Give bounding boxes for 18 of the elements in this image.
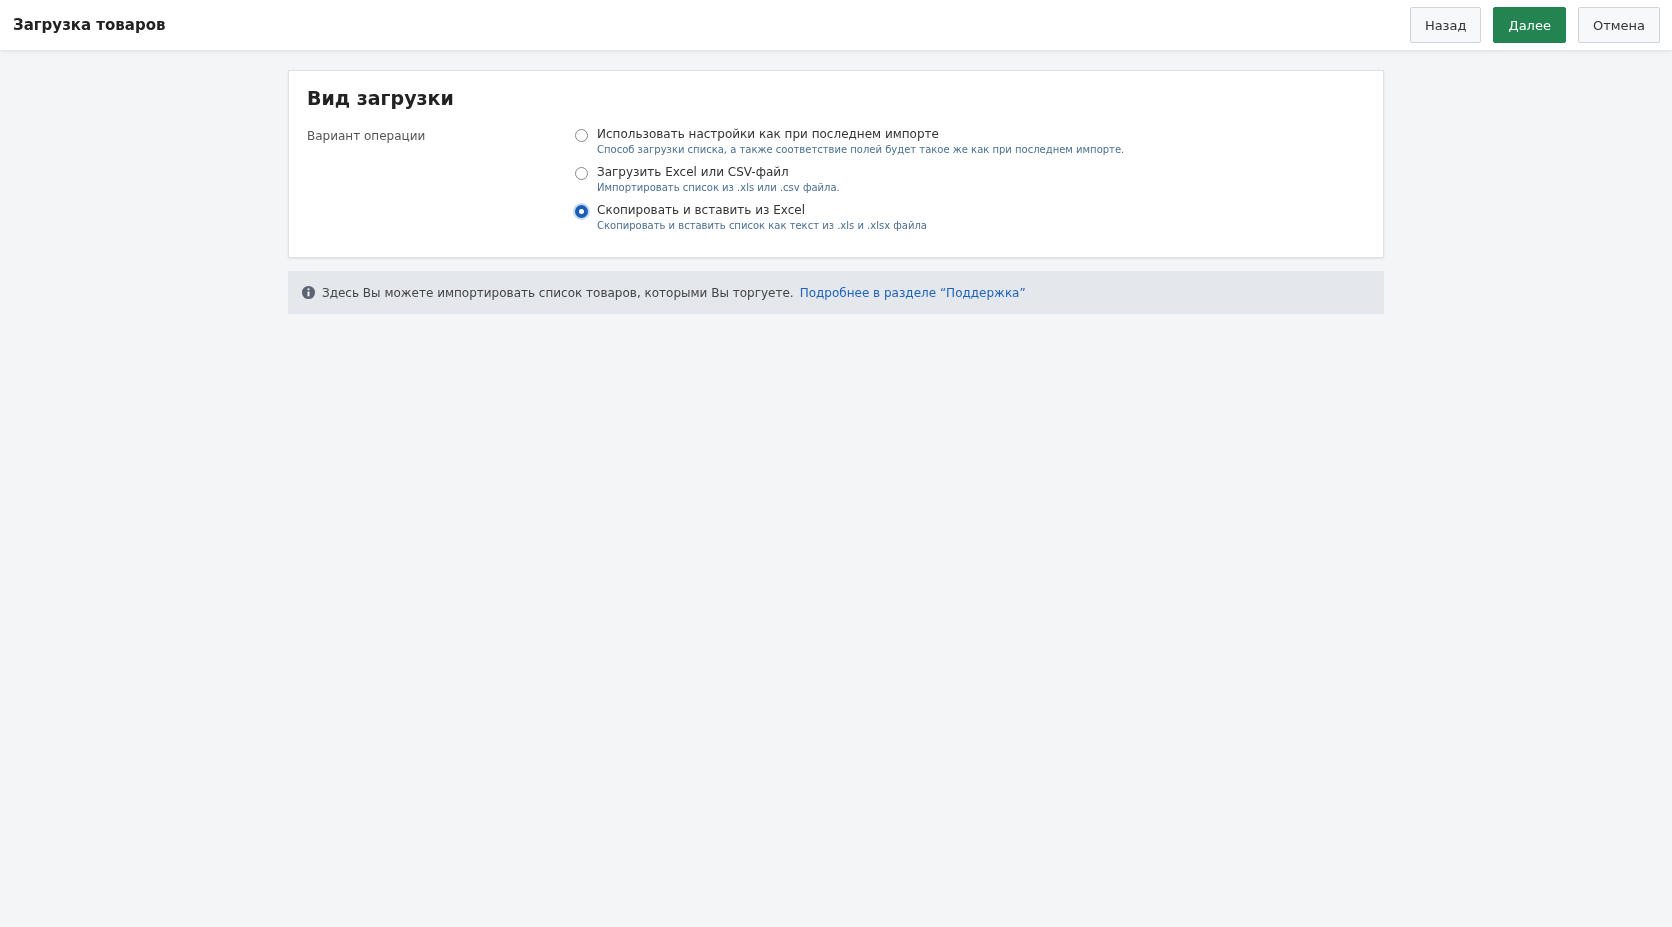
option-label[interactable]: Использовать настройки как при последнем импорте [597,127,1125,141]
card-title: Вид загрузки [307,87,455,109]
option-label[interactable]: Загрузить Excel или CSV-файл [597,165,840,179]
radio-button[interactable] [575,205,588,218]
option-hint: Импортировать список из .xls или .csv файла. [597,182,840,193]
option-label[interactable]: Скопировать и вставить из Excel [597,203,927,217]
toolbar-button[interactable]: Далее [1493,7,1566,43]
radio-button[interactable] [575,167,588,180]
toolbar-button[interactable]: Отмена [1577,7,1660,43]
radio-button[interactable] [575,129,588,142]
field-label: Вариант операции [307,128,427,145]
toolbar-button[interactable]: Назад [1409,7,1482,43]
option-hint: Способ загрузки списка, а также соответствие полей будет такое же как при последнем импорте. [597,144,1125,155]
info-icon [301,285,316,300]
option-hint: Скопировать и вставить список как текст из .xls и .xlsx файла [597,220,927,231]
support-link[interactable]: Подробнее в разделе “Поддержка” [799,285,1026,300]
info-text: Здесь Вы можете импортировать список товаров, которыми Вы торгуете. [322,285,794,300]
page-title: Загрузка товаров [13,16,166,34]
